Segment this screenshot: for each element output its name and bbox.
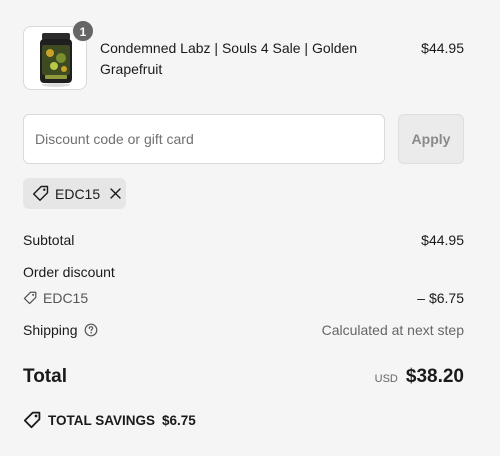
shipping-label-group: Shipping bbox=[23, 319, 98, 341]
discount-code-label: EDC15 bbox=[23, 287, 88, 309]
order-discount-row: Order discount bbox=[23, 261, 464, 283]
close-icon bbox=[110, 188, 121, 199]
discount-code-input[interactable] bbox=[23, 114, 385, 164]
subtotal-value: $44.95 bbox=[421, 232, 464, 248]
shipping-label: Shipping bbox=[23, 322, 78, 338]
quantity-badge: 1 bbox=[72, 20, 94, 42]
shipping-value: Calculated at next step bbox=[321, 322, 464, 338]
product-price: $44.95 bbox=[421, 40, 464, 56]
apply-discount-button[interactable]: Apply bbox=[398, 114, 464, 164]
total-savings-label: TOTAL SAVINGS bbox=[48, 412, 156, 428]
shipping-row: Shipping Calculated at next step bbox=[23, 319, 464, 341]
discount-amount: – $6.75 bbox=[417, 290, 464, 306]
product-image bbox=[40, 33, 72, 87]
applied-discount-code: EDC15 bbox=[55, 185, 101, 202]
discount-form: Apply bbox=[23, 114, 464, 164]
total-label: Total bbox=[23, 366, 67, 387]
total-value: USD $38.20 bbox=[375, 364, 464, 392]
applied-discount-chip: EDC15 bbox=[23, 178, 126, 209]
currency-code: USD bbox=[374, 373, 398, 385]
tag-icon bbox=[23, 411, 41, 429]
subtotal-row: Subtotal $44.95 bbox=[23, 229, 464, 251]
total-amount: $38.20 bbox=[405, 366, 464, 387]
total-savings-amount: $6.75 bbox=[162, 412, 196, 428]
total-savings: TOTAL SAVINGS $6.75 bbox=[23, 410, 196, 430]
order-discount-label: Order discount bbox=[23, 264, 115, 280]
tag-icon bbox=[23, 291, 37, 305]
discount-code-row: EDC15 – $6.75 bbox=[23, 287, 464, 309]
subtotal-label: Subtotal bbox=[23, 232, 75, 248]
product-thumbnail: 1 bbox=[23, 20, 94, 90]
question-circle-icon[interactable] bbox=[84, 323, 98, 337]
product-title: Condemned Labz | Souls 4 Sale | Golden G… bbox=[100, 40, 358, 77]
total-row: Total USD $38.20 bbox=[23, 364, 464, 390]
tag-icon bbox=[33, 185, 49, 201]
discount-code-text: EDC15 bbox=[43, 290, 89, 306]
cart-line-item: 1 Condemned Labz | Souls 4 Sale | Golden… bbox=[23, 20, 464, 90]
remove-discount-button[interactable] bbox=[109, 187, 122, 200]
